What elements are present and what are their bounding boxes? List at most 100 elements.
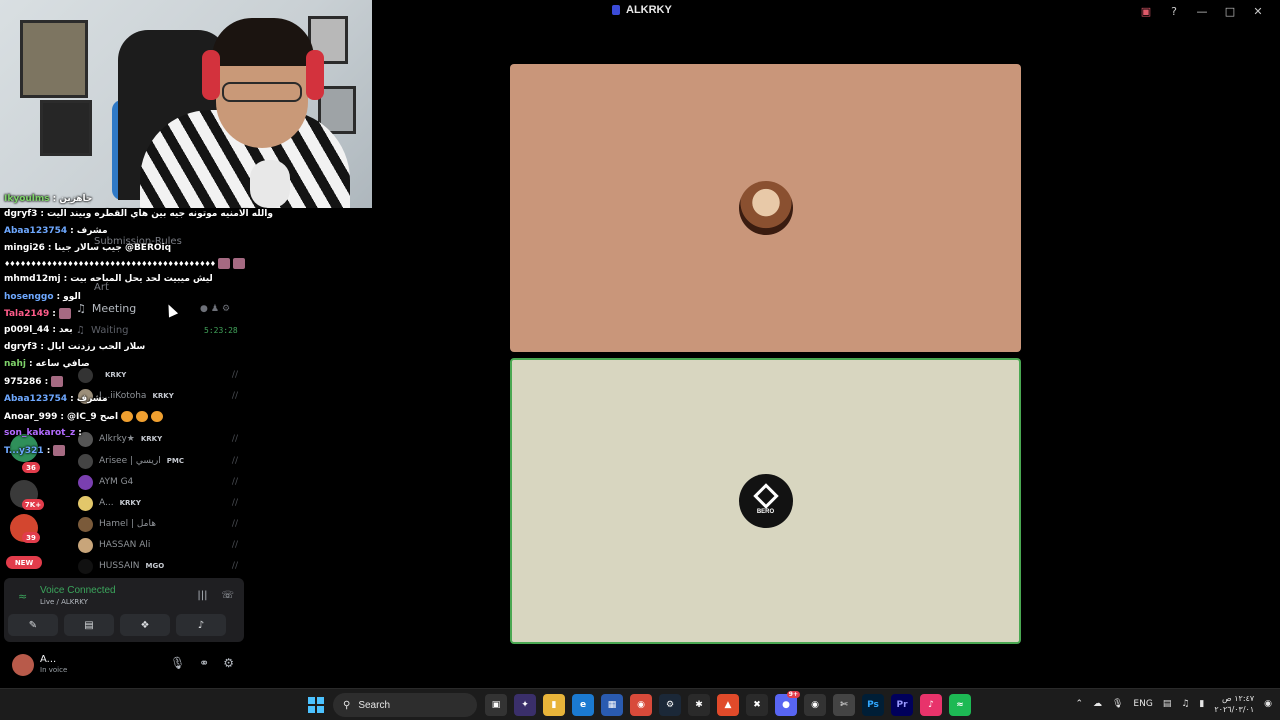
title-bar: ALKRKY ▣ ? — □ ✕ bbox=[372, 0, 1280, 22]
premiere-icon[interactable]: Pr bbox=[891, 694, 913, 716]
network-icon[interactable]: ▤ bbox=[1163, 699, 1172, 709]
notification-icon[interactable]: ◉ bbox=[1264, 699, 1272, 709]
steelseries-icon[interactable]: ✱ bbox=[688, 694, 710, 716]
stream-timer: 5:23:28 bbox=[204, 326, 238, 335]
muted-icon: // bbox=[231, 519, 238, 529]
windows-start-icon[interactable] bbox=[308, 697, 324, 713]
chat-message: dgryf3: سلار الحب رزدنت ايال bbox=[4, 342, 146, 352]
emoji-icon bbox=[136, 411, 149, 422]
voice-status[interactable]: Voice Connected bbox=[40, 585, 116, 596]
avatar bbox=[738, 181, 793, 235]
help-icon[interactable]: ? bbox=[1162, 3, 1186, 19]
muted-icon: // bbox=[231, 370, 238, 380]
chrome-icon[interactable]: ◉ bbox=[630, 694, 652, 716]
video-tile-bero[interactable]: BERO bbox=[510, 358, 1021, 644]
avatar bbox=[78, 453, 93, 469]
file-explorer-icon[interactable]: ▮ bbox=[543, 694, 565, 716]
emote-icon bbox=[53, 445, 66, 456]
capcut-icon[interactable]: ✖ bbox=[746, 694, 768, 716]
copilot-icon[interactable]: ✦ bbox=[514, 694, 536, 716]
settings-icon[interactable]: ⚙ bbox=[223, 656, 234, 670]
headphones-icon[interactable]: ⚭ bbox=[199, 656, 209, 670]
language-indicator[interactable]: ENG bbox=[1133, 699, 1152, 709]
spotify-icon[interactable]: ≈ bbox=[949, 694, 971, 716]
speaker-icon: ♫ bbox=[76, 302, 86, 315]
microphone-icon[interactable]: 🎙 bbox=[170, 656, 185, 670]
voice-member[interactable]: Alkrky★ KRKY // bbox=[78, 430, 238, 448]
voice-tools: ||| ☏ bbox=[197, 590, 234, 601]
notification-badge: 39 bbox=[22, 532, 40, 543]
voice-member[interactable]: Arisee | اريسي PMC // bbox=[78, 452, 238, 470]
volume-icon[interactable]: ♫ bbox=[1181, 699, 1189, 709]
webcam-overlay bbox=[0, 0, 372, 208]
close-icon[interactable]: ✕ bbox=[1246, 3, 1270, 19]
voice-channel-waiting[interactable]: ♫ Waiting 5:23:28 bbox=[76, 325, 238, 336]
windows-taskbar: ⚲ Search ▣ ✦ ▮ e ▦ ◉ ⚙ ✱ ▲ ✖ ● 9+ ◉ ✄ Ps … bbox=[0, 688, 1280, 720]
disconnect-icon[interactable]: ☏ bbox=[221, 590, 234, 601]
chat-icon[interactable]: ● bbox=[200, 304, 208, 314]
award-plaque bbox=[40, 100, 92, 156]
onedrive-icon[interactable]: ☁ bbox=[1093, 699, 1102, 709]
voice-member[interactable]: HUSSAIN MGO // bbox=[78, 557, 238, 575]
voice-member[interactable]: KRKY // bbox=[78, 366, 238, 384]
app-icon bbox=[612, 5, 620, 15]
chevron-up-icon[interactable]: ⌃ bbox=[1075, 699, 1083, 709]
avatar[interactable] bbox=[12, 654, 34, 676]
bero-logo: BERO bbox=[738, 474, 793, 528]
invite-icon[interactable]: ♟ bbox=[211, 304, 219, 314]
snipping-icon[interactable]: ✄ bbox=[833, 694, 855, 716]
video-tile-streamer[interactable] bbox=[510, 64, 1021, 352]
voice-member[interactable]: Hamel | هامل // bbox=[78, 515, 238, 533]
emote-icon bbox=[51, 376, 64, 387]
taskbar-search[interactable]: ⚲ Search bbox=[333, 693, 477, 717]
chat-message: Abaa123754: مشرف bbox=[4, 226, 108, 236]
maximize-icon[interactable]: □ bbox=[1218, 3, 1242, 19]
task-view-icon[interactable]: ▣ bbox=[485, 694, 507, 716]
voice-channel-path[interactable]: Live / ALKRKY bbox=[40, 598, 88, 606]
screen-share-icon[interactable]: ▣ bbox=[1134, 3, 1158, 19]
avatar bbox=[78, 537, 93, 553]
avatar bbox=[78, 495, 93, 511]
avatar bbox=[78, 474, 93, 490]
activities-button[interactable]: ❖ bbox=[120, 614, 170, 636]
minimize-icon[interactable]: — bbox=[1190, 3, 1214, 19]
edge-icon[interactable]: e bbox=[572, 694, 594, 716]
channel-tools: ● ♟ ⚙ bbox=[200, 304, 230, 314]
voice-connected-panel: ≈ Voice Connected Live / ALKRKY ||| ☏ ✎ … bbox=[4, 578, 244, 642]
chat-message: T...y321: bbox=[4, 445, 66, 456]
soundboard-button[interactable]: ♪ bbox=[176, 614, 226, 636]
settings-icon[interactable]: ⚙ bbox=[222, 304, 230, 314]
username[interactable]: A... bbox=[40, 654, 56, 665]
voice-member[interactable]: HASSAN Ali // bbox=[78, 536, 238, 554]
battery-icon[interactable]: ▮ bbox=[1199, 699, 1204, 709]
recorder-icon[interactable]: ◉ bbox=[804, 694, 826, 716]
voice-member[interactable]: AYM G4 // bbox=[78, 473, 238, 491]
muted-icon: // bbox=[231, 540, 238, 550]
voice-channel-meeting[interactable]: ♫ Meeting bbox=[76, 302, 136, 315]
brave-icon[interactable]: ▲ bbox=[717, 694, 739, 716]
user-status: In voice bbox=[40, 666, 68, 674]
screen-share-button[interactable]: ▤ bbox=[64, 614, 114, 636]
camera-off-button[interactable]: ✎ bbox=[8, 614, 58, 636]
noise-suppression-icon[interactable]: ||| bbox=[197, 590, 207, 601]
tiktok-icon[interactable]: ♪ bbox=[920, 694, 942, 716]
muted-icon: // bbox=[231, 434, 238, 444]
new-badge[interactable]: NEW bbox=[6, 556, 42, 569]
taskbar-apps: ▣ ✦ ▮ e ▦ ◉ ⚙ ✱ ▲ ✖ ● 9+ ◉ ✄ Ps Pr ♪ ≈ bbox=[485, 691, 971, 716]
steam-icon[interactable]: ⚙ bbox=[659, 694, 681, 716]
muted-icon: // bbox=[231, 498, 238, 508]
chat-message: nahj: صافي ساعه bbox=[4, 359, 90, 369]
notification-badge: 7K+ bbox=[22, 499, 44, 510]
signal-icon: ≈ bbox=[18, 590, 28, 603]
muted-icon: // bbox=[231, 391, 238, 401]
chat-message: Ikyoulms: جاهزين bbox=[4, 194, 93, 204]
window-title: ALKRKY bbox=[612, 4, 672, 16]
microphone-icon[interactable]: 🎙 bbox=[1112, 699, 1123, 709]
voice-member[interactable]: A... KRKY // bbox=[78, 494, 238, 512]
clock[interactable]: ١٢:٤٧ ص ٢٠٢٦/٠٣/٠١ bbox=[1214, 693, 1254, 715]
discord-icon[interactable]: ● 9+ bbox=[775, 691, 800, 716]
play-button-plaque bbox=[20, 20, 88, 98]
avatar bbox=[78, 367, 93, 383]
photoshop-icon[interactable]: Ps bbox=[862, 694, 884, 716]
store-icon[interactable]: ▦ bbox=[601, 694, 623, 716]
